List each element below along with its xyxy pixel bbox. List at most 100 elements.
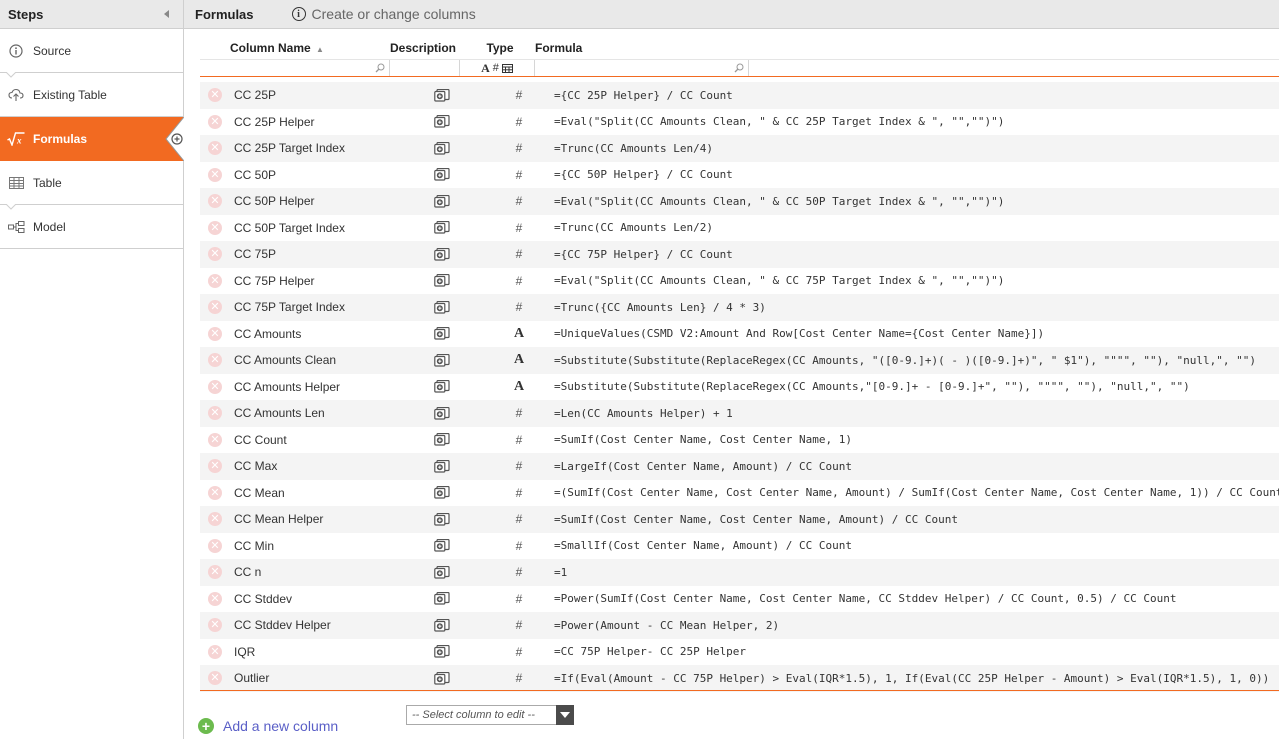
delete-row-icon[interactable]: ✕ (208, 88, 222, 103)
column-name-cell[interactable]: CC 75P (234, 247, 399, 261)
delete-row-icon[interactable]: ✕ (208, 326, 222, 341)
description-cell[interactable] (399, 141, 484, 155)
column-name-cell[interactable]: CC 75P Target Index (234, 300, 399, 314)
delete-row-icon[interactable]: ✕ (208, 618, 222, 633)
description-cell[interactable] (399, 565, 484, 579)
description-cell[interactable] (399, 168, 484, 181)
formula-cell[interactable]: ={CC 50P Helper} / CC Count (554, 168, 1279, 181)
delete-row-icon[interactable]: ✕ (208, 512, 222, 527)
description-header[interactable]: Description (390, 41, 465, 55)
column-name-cell[interactable]: CC 50P Target Index (234, 221, 399, 235)
formula-cell[interactable]: =Power(SumIf(Cost Center Name, Cost Cent… (554, 592, 1279, 605)
formula-filter[interactable] (535, 60, 749, 76)
formula-cell[interactable]: =Substitute(Substitute(ReplaceRegex(CC A… (554, 380, 1279, 393)
add-description-icon[interactable] (433, 88, 450, 102)
name-filter[interactable] (200, 60, 390, 76)
column-name-cell[interactable]: CC n (234, 565, 399, 579)
description-cell[interactable] (399, 459, 484, 473)
step-existing-table[interactable]: Existing Table (0, 72, 183, 117)
add-description-icon[interactable] (433, 300, 450, 314)
formula-cell[interactable]: =Eval("Split(CC Amounts Clean, " & CC 75… (554, 274, 1279, 287)
delete-row-icon[interactable]: ✕ (208, 194, 222, 209)
column-name-cell[interactable]: CC Amounts Len (234, 406, 399, 420)
add-description-icon[interactable] (433, 115, 450, 128)
add-description-icon[interactable] (433, 645, 450, 658)
description-filter[interactable] (390, 60, 460, 76)
add-description-icon[interactable] (433, 327, 450, 340)
formula-cell[interactable]: =If(Eval(Amount - CC 75P Helper) > Eval(… (554, 672, 1279, 685)
formula-cell[interactable]: =Trunc(CC Amounts Len/4) (554, 142, 1279, 155)
table-row[interactable]: ✕ CC 25P # ={CC 25P Helper} / CC Count (200, 82, 1279, 109)
description-cell[interactable] (399, 327, 484, 340)
table-row[interactable]: ✕ CC 50P Target Index # =Trunc(CC Amounts L… (200, 215, 1279, 242)
column-name-cell[interactable]: CC 75P Helper (234, 274, 399, 288)
delete-row-icon[interactable]: ✕ (208, 671, 222, 686)
add-description-icon[interactable] (433, 353, 450, 367)
column-name-cell[interactable]: CC 25P (234, 88, 399, 102)
add-description-icon[interactable] (433, 194, 450, 208)
column-name-cell[interactable]: CC Amounts Helper (234, 380, 399, 394)
table-row[interactable]: ✕ CC Mean # =(SumIf(Cost Center Name, Cost … (200, 480, 1279, 507)
dropdown-button[interactable] (556, 705, 574, 725)
add-description-icon[interactable] (433, 671, 450, 685)
table-row[interactable]: ✕ CC Stddev Helper # =Power(Amount - CC Mea… (200, 612, 1279, 639)
description-cell[interactable] (399, 592, 484, 605)
column-name-cell[interactable]: CC 50P (234, 168, 399, 182)
formula-cell[interactable]: =1 (554, 566, 1279, 579)
add-description-icon[interactable] (433, 486, 450, 499)
delete-row-icon[interactable]: ✕ (208, 379, 222, 394)
table-row[interactable]: ✕ CC Stddev # =Power(SumIf(Cost Center Name… (200, 586, 1279, 613)
column-name-cell[interactable]: CC Stddev (234, 592, 399, 606)
step-model[interactable]: Model (0, 204, 183, 249)
delete-row-icon[interactable]: ✕ (208, 459, 222, 474)
table-row[interactable]: ✕ CC 50P Helper # =Eval("Split(CC Amounts C… (200, 188, 1279, 215)
info-icon[interactable]: i (291, 7, 306, 21)
column-name-cell[interactable]: CC Stddev Helper (234, 618, 399, 632)
column-name-cell[interactable]: CC 25P Helper (234, 115, 399, 129)
formula-cell[interactable]: =Power(Amount - CC Mean Helper, 2) (554, 619, 1279, 632)
formula-cell[interactable]: =Trunc(CC Amounts Len/2) (554, 221, 1279, 234)
column-name-cell[interactable]: CC Amounts Clean (234, 353, 399, 367)
formula-cell[interactable]: =SumIf(Cost Center Name, Cost Center Nam… (554, 513, 1279, 526)
add-description-icon[interactable] (433, 274, 450, 287)
add-description-icon[interactable] (433, 539, 450, 552)
description-cell[interactable] (399, 433, 484, 446)
table-row[interactable]: ✕ CC n # =1 (200, 559, 1279, 586)
add-description-icon[interactable] (433, 459, 450, 473)
formula-cell[interactable]: =CC 75P Helper- CC 25P Helper (554, 645, 1279, 658)
column-name-cell[interactable]: CC Max (234, 459, 399, 473)
table-row[interactable]: ✕ CC Count # =SumIf(Cost Center Name, Cost … (200, 427, 1279, 454)
column-name-cell[interactable]: IQR (234, 645, 399, 659)
formula-cell[interactable]: =Substitute(Substitute(ReplaceRegex(CC A… (554, 354, 1279, 367)
formula-cell[interactable]: =Len(CC Amounts Helper) + 1 (554, 407, 1279, 420)
description-cell[interactable] (399, 221, 484, 234)
formula-cell[interactable]: =SmallIf(Cost Center Name, Amount) / CC … (554, 539, 1279, 552)
delete-row-icon[interactable]: ✕ (208, 406, 222, 421)
delete-row-icon[interactable]: ✕ (208, 644, 222, 659)
formula-cell[interactable]: ={CC 75P Helper} / CC Count (554, 248, 1279, 261)
delete-row-icon[interactable]: ✕ (208, 485, 222, 500)
delete-row-icon[interactable]: ✕ (208, 300, 222, 315)
description-cell[interactable] (399, 353, 484, 367)
table-row[interactable]: ✕ CC Amounts Len # =Len(CC Amounts Helper) … (200, 400, 1279, 427)
table-row[interactable]: ✕ IQR # =CC 75P Helper- CC 25P Helper (200, 639, 1279, 666)
column-name-cell[interactable]: CC Amounts (234, 327, 399, 341)
type-filter[interactable]: A # (460, 60, 535, 76)
column-name-cell[interactable]: Outlier (234, 671, 399, 685)
formula-cell[interactable]: =Trunc({CC Amounts Len} / 4 * 3) (554, 301, 1279, 314)
step-formulas[interactable]: x Formulas (0, 117, 184, 161)
delete-row-icon[interactable]: ✕ (208, 538, 222, 553)
delete-row-icon[interactable]: ✕ (208, 273, 222, 288)
description-cell[interactable] (399, 512, 484, 526)
formula-header[interactable]: Formula (535, 41, 1279, 55)
description-cell[interactable] (399, 194, 484, 208)
formula-cell[interactable]: =Eval("Split(CC Amounts Clean, " & CC 25… (554, 115, 1279, 128)
select-column-dropdown[interactable]: -- Select column to edit -- (406, 705, 574, 725)
description-cell[interactable] (399, 671, 484, 685)
add-description-icon[interactable] (433, 141, 450, 155)
description-cell[interactable] (399, 486, 484, 499)
add-description-icon[interactable] (433, 247, 450, 261)
description-cell[interactable] (399, 274, 484, 287)
table-row[interactable]: ✕ Outlier # =If(Eval(Amount - CC 75P Helper… (200, 665, 1279, 692)
table-row[interactable]: ✕ CC Min # =SmallIf(Cost Center Name, Amoun… (200, 533, 1279, 560)
